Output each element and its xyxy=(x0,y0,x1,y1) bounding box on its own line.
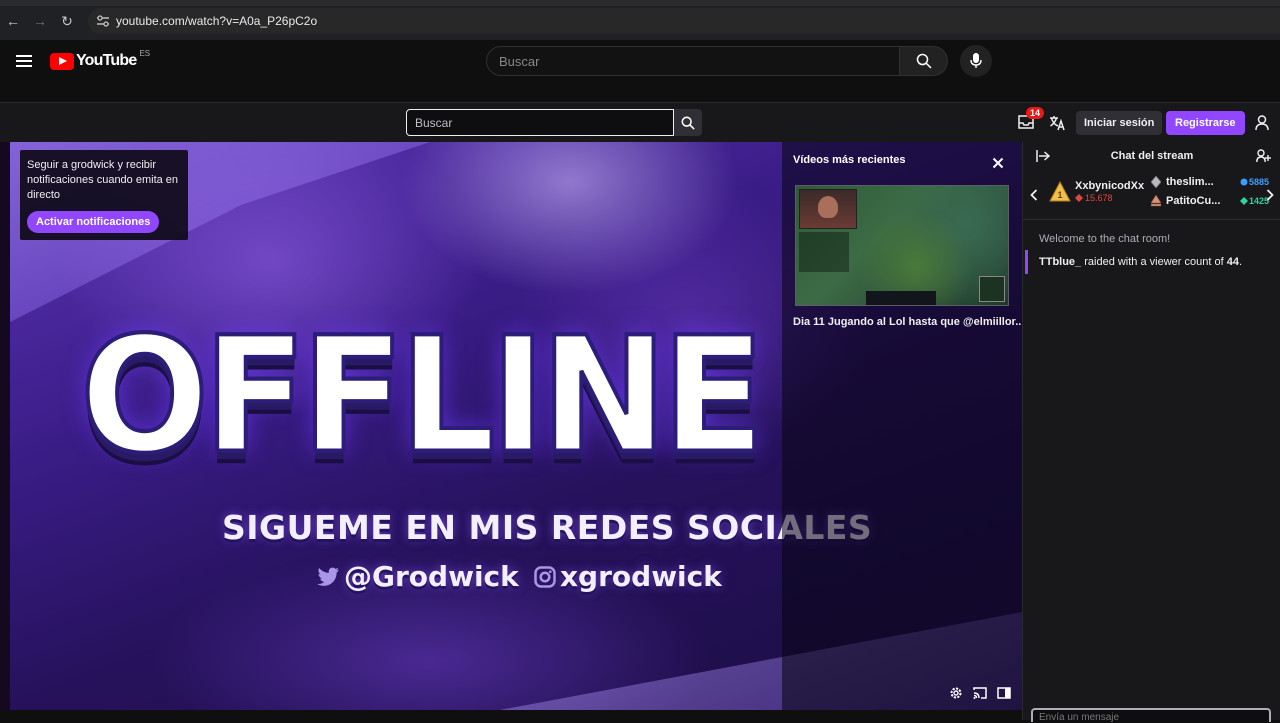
back-icon[interactable]: ← xyxy=(5,13,21,29)
user-icon[interactable] xyxy=(1255,115,1269,131)
recent-video-title[interactable]: Dia 11 Jugando al Lol hasta que @elmiill… xyxy=(793,316,1022,328)
bits-icon xyxy=(1240,178,1248,186)
browser-toolbar: ← → ↻ youtube.com/watch?v=A0a_P26pC2o xyxy=(0,0,1280,40)
search-icon xyxy=(681,116,695,130)
leaderboard-top-name[interactable]: XxbynicodXx xyxy=(1075,180,1144,192)
gem-icon xyxy=(1239,197,1248,205)
close-icon[interactable] xyxy=(992,157,1004,169)
enable-notifications-button[interactable]: Activar notificaciones xyxy=(27,211,160,233)
youtube-search-button[interactable] xyxy=(900,46,948,76)
chevron-right-icon[interactable] xyxy=(1266,189,1274,201)
social-title: SIGUEME EN MIS REDES SOCIALES xyxy=(222,508,873,547)
leaderboard-top-score: 15.678 xyxy=(1075,193,1113,203)
follow-notification-card: Seguir a grodwick y recibir notificacion… xyxy=(20,150,188,240)
stream-top-bar: 14 Iniciar sesión Registrarse xyxy=(0,102,1280,142)
rank-three-badge-icon xyxy=(1151,195,1161,207)
youtube-search-input[interactable] xyxy=(499,54,879,69)
inbox-count-badge: 14 xyxy=(1026,107,1045,119)
rank-one-badge-icon: 1 xyxy=(1049,181,1071,202)
raid-message: TTblue_ raided with a viewer count of 44… xyxy=(1025,250,1279,274)
leaderboard: 1 XxbynicodXx 15.678 theslim... 5885 Pat… xyxy=(1023,172,1280,220)
microphone-icon xyxy=(970,53,982,68)
login-button[interactable]: Iniciar sesión xyxy=(1076,111,1163,135)
chat-message-input[interactable] xyxy=(1039,712,1239,723)
raid-user[interactable]: TTblue_ xyxy=(1039,256,1081,268)
country-code: ES xyxy=(139,48,151,58)
chat-header: Chat del stream xyxy=(1023,142,1280,170)
site-settings-icon[interactable] xyxy=(96,14,110,28)
community-icon[interactable] xyxy=(1256,149,1271,163)
voice-search-button[interactable] xyxy=(960,45,992,77)
stream-chat: Chat del stream 1 XxbynicodXx 15.678 the… xyxy=(1022,142,1280,723)
search-icon xyxy=(916,53,932,69)
offline-banner-title: OFFLINE xyxy=(78,302,767,489)
raid-count: 44 xyxy=(1226,256,1239,268)
cast-icon[interactable] xyxy=(973,686,987,700)
chat-title: Chat del stream xyxy=(1110,150,1194,162)
youtube-play-icon xyxy=(50,52,74,70)
menu-icon[interactable] xyxy=(16,55,32,67)
settings-icon[interactable] xyxy=(949,686,963,700)
video-player[interactable]: OFFLINE SIGUEME EN MIS REDES SOCIALES @G… xyxy=(0,142,1022,710)
chevron-left-icon[interactable] xyxy=(1030,189,1038,201)
theatre-mode-icon[interactable] xyxy=(997,686,1011,700)
svg-text:1: 1 xyxy=(1057,190,1062,200)
recent-videos-title: Vídeos más recientes xyxy=(793,154,906,166)
translate-icon[interactable] xyxy=(1049,115,1065,131)
instagram-handle: xgrodwick xyxy=(534,560,722,593)
follow-notification-text: Seguir a grodwick y recibir notificacion… xyxy=(27,159,179,201)
stream-search-input[interactable] xyxy=(415,116,665,130)
register-button[interactable]: Registrarse xyxy=(1166,111,1245,135)
stream-search-button[interactable] xyxy=(674,109,702,136)
reload-icon[interactable]: ↻ xyxy=(59,13,75,29)
twitter-handle: @Grodwick xyxy=(316,560,519,593)
youtube-logo[interactable]: YouTube ES xyxy=(50,48,151,70)
instagram-icon xyxy=(534,565,556,588)
forward-icon[interactable]: → xyxy=(32,13,48,29)
leaderboard-row[interactable]: PatitoCu... 1425 xyxy=(1151,195,1269,207)
gem-icon xyxy=(1075,194,1083,202)
rank-two-badge-icon xyxy=(1151,176,1161,188)
stream-search-box[interactable] xyxy=(406,109,674,136)
chat-welcome-message: Welcome to the chat room! xyxy=(1039,233,1171,245)
youtube-search-box[interactable] xyxy=(486,46,900,76)
leaderboard-row[interactable]: theslim... 5885 xyxy=(1151,176,1269,188)
url-text: youtube.com/watch?v=A0a_P26pC2o xyxy=(116,14,318,28)
recent-video-thumbnail[interactable] xyxy=(795,185,1009,306)
twitter-icon xyxy=(317,567,339,586)
address-bar[interactable]: youtube.com/watch?v=A0a_P26pC2o xyxy=(88,8,1280,34)
youtube-header: YouTube ES xyxy=(0,40,1280,102)
